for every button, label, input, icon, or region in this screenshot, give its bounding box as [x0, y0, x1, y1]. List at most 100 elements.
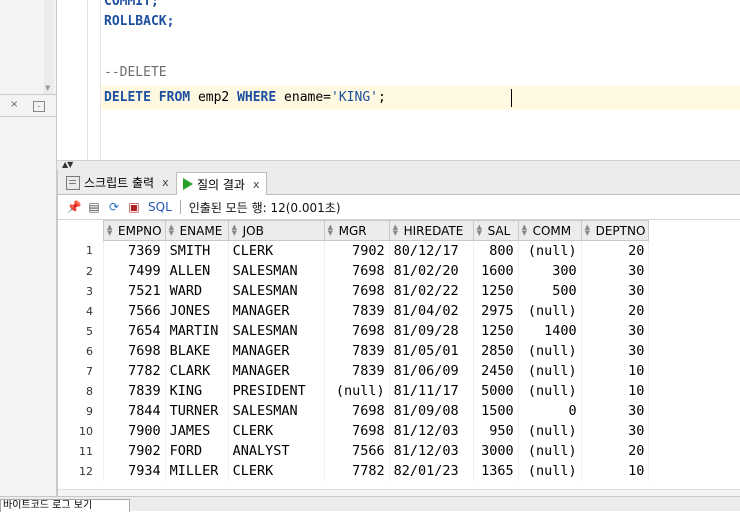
minimize-icon[interactable]: –	[33, 101, 45, 112]
table-cell[interactable]: 7521	[103, 281, 166, 301]
table-cell[interactable]: 30	[581, 421, 650, 441]
table-cell[interactable]: 30	[581, 401, 650, 421]
table-cell[interactable]: 7839	[103, 381, 166, 401]
table-cell[interactable]: 10	[581, 361, 650, 381]
code-line-delete[interactable]: DELETE FROM emp2 WHERE ename='KING';	[104, 90, 386, 106]
column-header-empno[interactable]: ▲ ▼ EMPNO	[103, 220, 166, 241]
table-row[interactable]: 11 7902 FORD ANALYST 7566 81/12/03 3000 (null) 2…	[61, 441, 650, 461]
table-cell[interactable]: (null)	[518, 240, 582, 261]
table-cell[interactable]: 1250	[473, 281, 519, 301]
column-header-job[interactable]: ▲ ▼ JOB	[227, 220, 325, 241]
table-cell[interactable]: 30	[581, 261, 650, 281]
editor-results-splitter[interactable]: ▲▼	[57, 160, 740, 170]
table-cell[interactable]: 1365	[473, 461, 519, 481]
column-header-comm[interactable]: ▲ ▼ COMM	[517, 220, 582, 241]
table-row[interactable]: 5 7654 MARTIN SALESMAN 7698 81/09/28 1250 1400 3…	[61, 321, 650, 341]
table-row[interactable]: 12 7934 MILLER CLERK 7782 82/01/23 1365 (null) 1…	[61, 461, 650, 481]
sort-icon[interactable]: ▲ ▼	[585, 224, 593, 237]
table-cell[interactable]: 10	[581, 381, 650, 401]
table-cell[interactable]: 0	[518, 401, 582, 421]
column-header-hiredate[interactable]: ▲ ▼ HIREDATE	[388, 220, 474, 241]
pin-icon[interactable]: 📌	[66, 199, 82, 215]
table-cell[interactable]: 7698	[324, 421, 390, 441]
table-cell[interactable]: (null)	[324, 381, 390, 401]
table-row[interactable]: 9 7844 TURNER SALESMAN 7698 81/09/08 1500 0 30	[61, 401, 650, 421]
column-header-mgr[interactable]: ▲ ▼ MGR	[323, 220, 390, 241]
table-cell[interactable]: MILLER	[165, 461, 229, 481]
table-cell[interactable]: 82/01/23	[389, 461, 474, 481]
table-cell[interactable]: CLERK	[228, 421, 325, 441]
table-cell[interactable]: SALESMAN	[228, 321, 325, 341]
table-cell[interactable]: 2975	[473, 301, 519, 321]
table-cell[interactable]: 1600	[473, 261, 519, 281]
table-cell[interactable]: 500	[518, 281, 582, 301]
table-cell[interactable]: WARD	[165, 281, 229, 301]
table-cell[interactable]: 7499	[103, 261, 166, 281]
table-cell[interactable]: MANAGER	[228, 361, 325, 381]
table-cell[interactable]: 80/12/17	[389, 240, 474, 261]
column-header-sal[interactable]: ▲ ▼ SAL	[472, 220, 519, 241]
tab-script-output[interactable]: 스크립트 출력 x	[60, 172, 175, 193]
tab-query-result[interactable]: 질의 결과 x	[176, 172, 267, 195]
sort-icon[interactable]: ▲ ▼	[522, 224, 530, 237]
table-cell[interactable]: (null)	[518, 441, 582, 461]
table-cell[interactable]: 7698	[324, 401, 390, 421]
table-cell[interactable]: 7902	[103, 441, 166, 461]
table-cell[interactable]: 30	[581, 321, 650, 341]
table-cell[interactable]: 7566	[103, 301, 166, 321]
export-icon[interactable]: ▣	[126, 199, 142, 215]
close-tab-icon[interactable]: x	[162, 176, 169, 189]
table-cell[interactable]: (null)	[518, 461, 582, 481]
table-cell[interactable]: 81/09/08	[389, 401, 474, 421]
table-cell[interactable]: MANAGER	[228, 301, 325, 321]
sort-icon[interactable]: ▲ ▼	[477, 224, 485, 237]
table-cell[interactable]: (null)	[518, 381, 582, 401]
table-cell[interactable]: 1500	[473, 401, 519, 421]
table-row[interactable]: 1 7369 SMITH CLERK 7902 80/12/17 800 (null) 20	[61, 240, 650, 261]
splitter-arrows-icon[interactable]: ▲▼	[62, 160, 73, 169]
table-cell[interactable]: KING	[165, 381, 229, 401]
table-cell[interactable]: 5000	[473, 381, 519, 401]
scroll-down-arrow-icon[interactable]: ▼	[45, 84, 50, 92]
table-cell[interactable]: SALESMAN	[228, 261, 325, 281]
table-cell[interactable]: 81/12/03	[389, 441, 474, 461]
table-cell[interactable]: 7698	[324, 281, 390, 301]
table-cell[interactable]: PRESIDENT	[228, 381, 325, 401]
table-cell[interactable]: 20	[581, 441, 650, 461]
table-cell[interactable]: 7369	[103, 240, 166, 261]
refresh-icon[interactable]: ⟳	[106, 199, 122, 215]
table-cell[interactable]: 7654	[103, 321, 166, 341]
table-cell[interactable]: JAMES	[165, 421, 229, 441]
print-icon[interactable]: ▤	[86, 199, 102, 215]
table-cell[interactable]: CLERK	[228, 240, 325, 261]
table-cell[interactable]: 81/12/03	[389, 421, 474, 441]
table-cell[interactable]: 1250	[473, 321, 519, 341]
code-line-commit[interactable]: COMMIT;	[104, 0, 159, 10]
bottom-tab[interactable]: 바이트코드 로그 보기	[0, 499, 130, 512]
table-cell[interactable]: (null)	[518, 421, 582, 441]
results-grid[interactable]: ▲ ▼ EMPNO ▲ ▼ ENAME ▲ ▼ JOB ▲ ▼ MGR ▲ ▼ HIREDATE ▲…	[58, 220, 740, 496]
table-cell[interactable]: 2850	[473, 341, 519, 361]
table-cell[interactable]: 7566	[324, 441, 390, 461]
table-cell[interactable]: (null)	[518, 301, 582, 321]
table-row[interactable]: 3 7521 WARD SALESMAN 7698 81/02/22 1250 500 30	[61, 281, 650, 301]
table-cell[interactable]: SALESMAN	[228, 401, 325, 421]
table-cell[interactable]: 7698	[324, 261, 390, 281]
close-tab-icon[interactable]: x	[253, 178, 260, 191]
table-cell[interactable]: JONES	[165, 301, 229, 321]
table-cell[interactable]: 30	[581, 341, 650, 361]
code-line-rollback[interactable]: ROLLBACK;	[104, 14, 174, 30]
table-cell[interactable]: 7934	[103, 461, 166, 481]
table-cell[interactable]: 81/11/17	[389, 381, 474, 401]
table-row[interactable]: 6 7698 BLAKE MANAGER 7839 81/05/01 2850 (null) 3…	[61, 341, 650, 361]
sort-icon[interactable]: ▲ ▼	[107, 224, 115, 237]
sort-icon[interactable]: ▲ ▼	[393, 224, 401, 237]
table-cell[interactable]: (null)	[518, 341, 582, 361]
table-cell[interactable]: 7698	[324, 321, 390, 341]
table-cell[interactable]: BLAKE	[165, 341, 229, 361]
table-cell[interactable]: 30	[581, 281, 650, 301]
table-cell[interactable]: (null)	[518, 361, 582, 381]
sort-icon[interactable]: ▲ ▼	[232, 224, 240, 237]
table-cell[interactable]: ALLEN	[165, 261, 229, 281]
table-cell[interactable]: 81/06/09	[389, 361, 474, 381]
